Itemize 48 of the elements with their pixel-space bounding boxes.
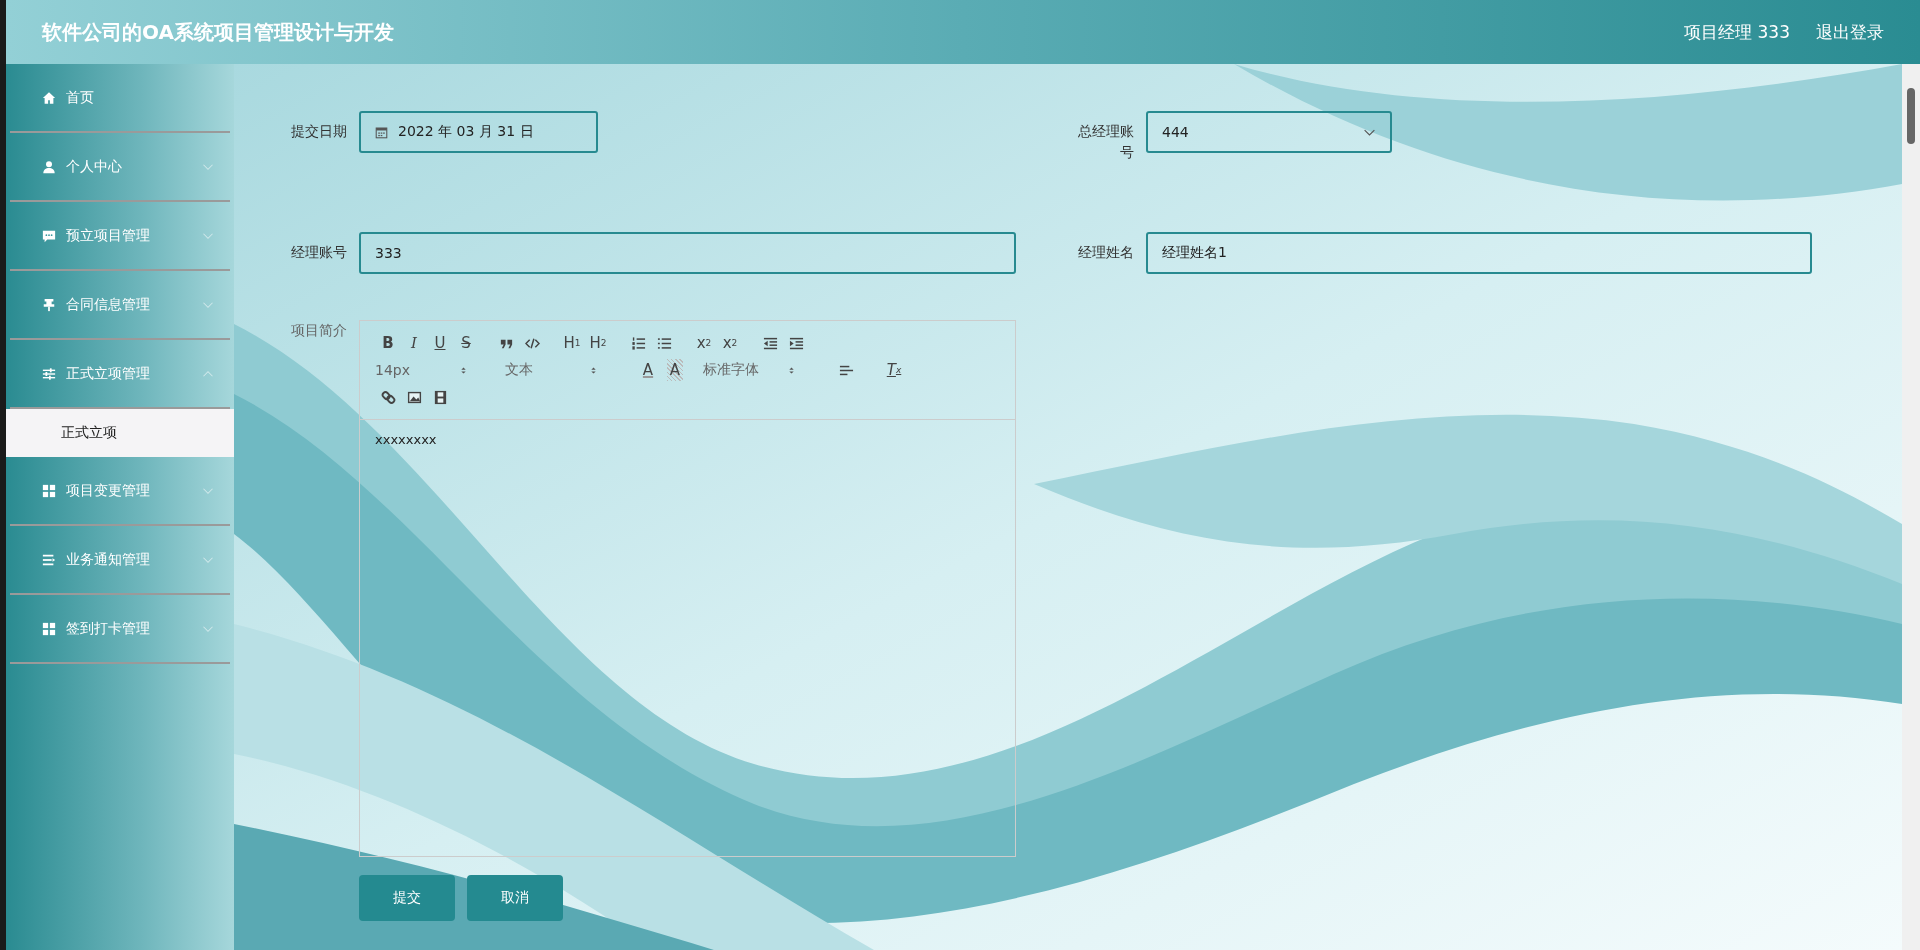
list-icon <box>42 552 56 567</box>
grid-icon <box>42 483 56 498</box>
indent-icon[interactable] <box>788 335 804 351</box>
editor-text: xxxxxxxx <box>375 432 438 447</box>
up-down-icon <box>788 364 795 376</box>
dropdown-picker[interactable]: 标准字体 <box>703 361 795 379</box>
grid-icon <box>42 621 56 636</box>
underline-button[interactable]: U <box>427 332 453 354</box>
field-label: 经理姓名 <box>1077 243 1134 262</box>
up-down-icon <box>460 364 467 376</box>
sliders-icon <box>42 366 56 381</box>
field-label: 提交日期 <box>290 122 347 141</box>
editor-body[interactable]: xxxxxxxx <box>360 420 1015 856</box>
user-label: 项目经理 333 <box>1684 20 1790 44</box>
image-icon[interactable] <box>406 389 422 405</box>
film-icon[interactable] <box>432 389 448 405</box>
form-button[interactable]: 提交 <box>359 875 455 921</box>
link-icon[interactable] <box>380 389 396 405</box>
italic-button[interactable]: I <box>401 332 427 354</box>
dropdown-picker[interactable]: 文本 <box>505 361 597 379</box>
field-label: 项目简介 <box>290 321 347 340</box>
calendar-icon <box>375 125 388 139</box>
up-down-icon <box>590 364 597 376</box>
date-field[interactable]: 2022 年 03 月 31 日 <box>359 111 598 153</box>
user-icon <box>42 159 56 174</box>
dropdown-picker[interactable]: 14px <box>375 362 467 378</box>
text-field[interactable]: 333 <box>359 232 1016 274</box>
scrollbar[interactable] <box>1902 64 1920 950</box>
script-button[interactable]: x$^{2}$ <box>717 332 743 354</box>
text-field[interactable]: 经理姓名1 <box>1146 232 1812 274</box>
background-color-button[interactable]: A <box>667 359 683 381</box>
field-label: 经理账号 <box>290 243 347 262</box>
text-color-button[interactable]: A <box>635 359 661 381</box>
submenu-item[interactable]: 正式立项 <box>6 409 234 457</box>
field-label: 总经理账号 <box>1077 122 1134 162</box>
strikethrough-button[interactable]: S <box>453 332 479 354</box>
select-field[interactable]: 444 <box>1146 111 1392 153</box>
form-button[interactable]: 取消 <box>467 875 563 921</box>
logout-link[interactable]: 退出登录 <box>1816 20 1884 44</box>
numbered-list-icon[interactable] <box>630 335 646 351</box>
bullet-list-icon[interactable] <box>656 335 672 351</box>
scrollbar-thumb[interactable] <box>1907 88 1915 144</box>
app-title: 软件公司的OA系统项目管理设计与开发 <box>42 18 394 46</box>
home-icon <box>42 90 56 105</box>
chat-bubble-icon <box>42 228 56 243</box>
pushpin-icon <box>42 297 56 312</box>
bold-button[interactable]: B <box>375 332 401 354</box>
outdent-icon[interactable] <box>762 335 778 351</box>
